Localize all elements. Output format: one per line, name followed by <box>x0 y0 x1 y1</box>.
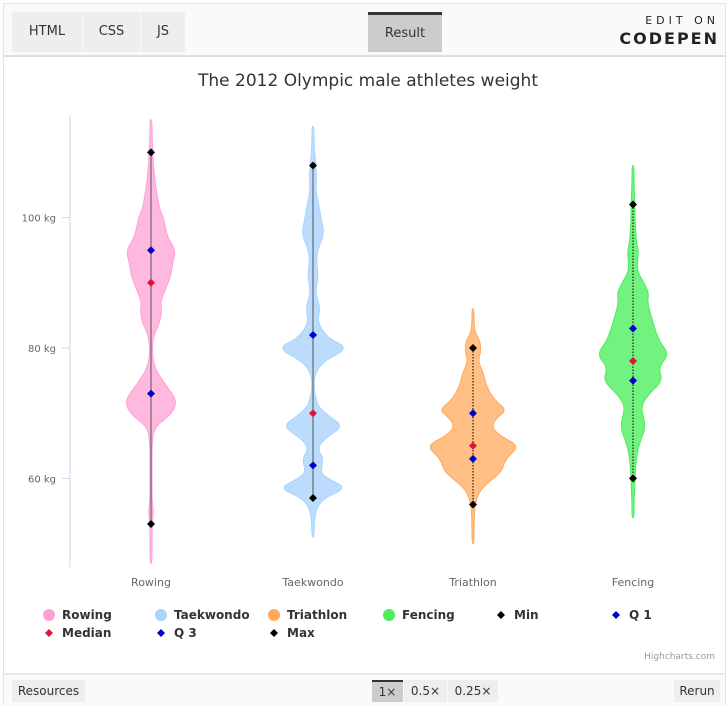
legend-label: Fencing <box>402 608 455 622</box>
legend-symbol <box>45 629 53 637</box>
violin-chart: The 2012 Olympic male athletes weight 60… <box>22 71 667 640</box>
y-tick-label: 100 kg <box>22 214 56 225</box>
x-category-label: Rowing <box>131 576 171 589</box>
legend-item-taekwondo[interactable]: Taekwondo <box>155 608 250 622</box>
legend-label: Min <box>514 608 539 622</box>
legend-label: Max <box>287 626 315 640</box>
legend-symbol <box>157 629 165 637</box>
legend-item-triathlon[interactable]: Triathlon <box>268 608 347 622</box>
legend-label: Taekwondo <box>174 608 250 622</box>
legend-item-min[interactable]: Min <box>497 608 539 622</box>
y-tick-label: 60 kg <box>28 474 56 485</box>
legend-label: Triathlon <box>287 608 347 622</box>
legend-symbol <box>612 611 620 619</box>
legend-symbol <box>155 609 167 621</box>
y-tick-label: 80 kg <box>28 344 56 355</box>
legend-item-q3[interactable]: Q 3 <box>157 626 197 640</box>
legend-symbol <box>270 629 278 637</box>
legend-symbol <box>383 609 395 621</box>
stat-point-min[interactable] <box>629 474 637 483</box>
x-category-label: Fencing <box>612 576 655 589</box>
legend-label: Rowing <box>62 608 112 622</box>
legend-item-rowing[interactable]: Rowing <box>43 608 112 622</box>
stat-point-max[interactable] <box>147 148 155 157</box>
legend-symbol <box>497 611 505 619</box>
x-category-label: Taekwondo <box>281 576 343 589</box>
chart-title: The 2012 Olympic male athletes weight <box>197 71 538 91</box>
legend-label: Q 3 <box>174 626 197 640</box>
x-category-label: Triathlon <box>448 576 496 589</box>
stat-point-min[interactable] <box>147 520 155 529</box>
legend-symbol <box>268 609 280 621</box>
legend-label: Q 1 <box>629 608 652 622</box>
legend-item-max[interactable]: Max <box>270 626 315 640</box>
legend-item-q1[interactable]: Q 1 <box>612 608 652 622</box>
legend-label: Median <box>62 626 111 640</box>
violin-fencing[interactable] <box>599 164 667 519</box>
legend-item-fencing[interactable]: Fencing <box>383 608 455 622</box>
legend-item-median[interactable]: Median <box>45 626 111 640</box>
stat-point-max[interactable] <box>629 200 637 209</box>
legend-symbol <box>43 609 55 621</box>
